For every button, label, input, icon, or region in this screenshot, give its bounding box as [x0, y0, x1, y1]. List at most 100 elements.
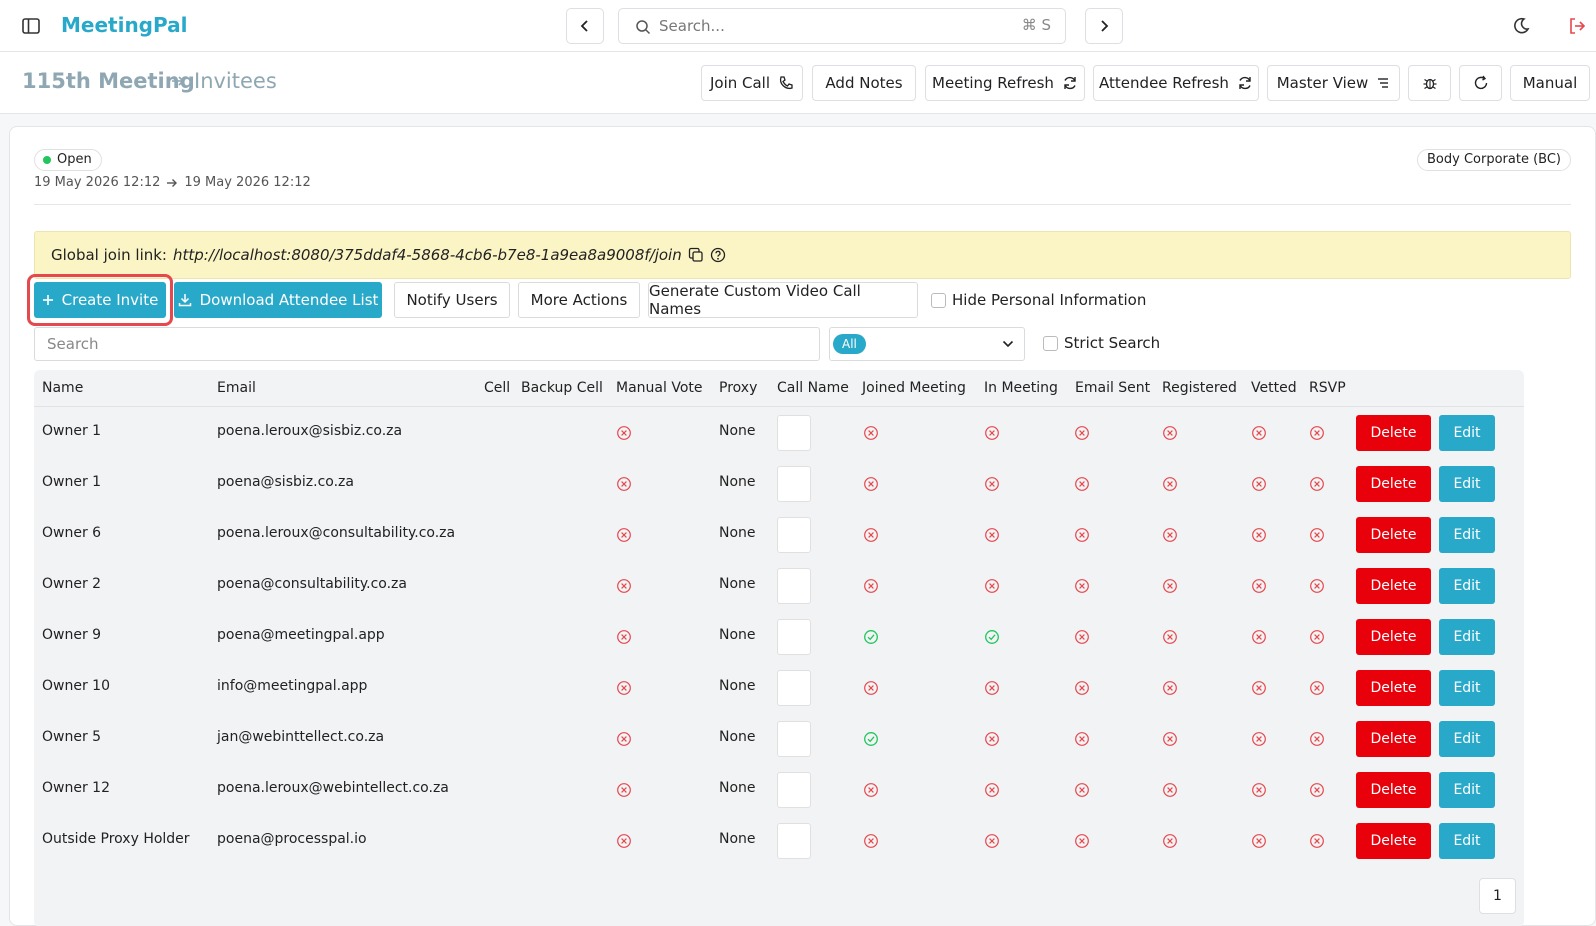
row-name: Owner 10	[42, 678, 110, 694]
meeting-type-badge: Body Corporate (BC)	[1417, 149, 1571, 171]
check-circle-icon	[984, 629, 1000, 645]
delete-button[interactable]: Delete	[1356, 517, 1431, 553]
call-name-input[interactable]	[777, 619, 811, 655]
col-email-sent[interactable]: Email Sent	[1075, 380, 1150, 396]
table-row: Owner 12 poena.leroux@webintellect.co.za N…	[34, 764, 1524, 815]
edit-button[interactable]: Edit	[1439, 772, 1495, 808]
row-email: info@meetingpal.app	[217, 678, 368, 694]
join-link-url[interactable]: http://localhost:8080/375ddaf4-5868-4cb6…	[173, 246, 682, 264]
col-name[interactable]: Name	[42, 380, 83, 396]
back-button[interactable]	[566, 8, 604, 44]
col-rsvp[interactable]: RSVP	[1309, 380, 1346, 396]
row-proxy: None	[719, 729, 756, 745]
add-notes-button[interactable]: Add Notes	[812, 65, 916, 101]
col-joined-meeting[interactable]: Joined Meeting	[862, 380, 966, 396]
generate-custom-names-button[interactable]: Generate Custom Video Call Names	[648, 282, 918, 318]
filter-select[interactable]: All	[829, 327, 1025, 361]
col-vetted[interactable]: Vetted	[1251, 380, 1297, 396]
delete-button[interactable]: Delete	[1356, 823, 1431, 859]
attendee-refresh-button[interactable]: Attendee Refresh	[1093, 65, 1259, 101]
x-circle-icon	[1074, 629, 1090, 645]
table-search-input[interactable]: Search	[34, 327, 820, 361]
reload-button[interactable]	[1459, 65, 1502, 101]
col-registered[interactable]: Registered	[1162, 380, 1237, 396]
x-circle-icon	[1309, 782, 1325, 798]
edit-button[interactable]: Edit	[1439, 517, 1495, 553]
strict-search-checkbox[interactable]	[1043, 336, 1058, 351]
delete-button[interactable]: Delete	[1356, 670, 1431, 706]
plus-icon	[42, 295, 53, 305]
col-in-meeting[interactable]: In Meeting	[984, 380, 1058, 396]
edit-button[interactable]: Edit	[1439, 823, 1495, 859]
manual-label: Manual	[1522, 74, 1578, 92]
filter-tag-all[interactable]: All	[833, 334, 866, 354]
call-name-input[interactable]	[777, 823, 811, 859]
notify-users-button[interactable]: Notify Users	[394, 282, 510, 318]
edit-button[interactable]: Edit	[1439, 619, 1495, 655]
download-attendee-list-button[interactable]: Download Attendee List	[174, 282, 382, 318]
end-date: 19 May 2026 12:12	[184, 175, 311, 190]
debug-button[interactable]	[1408, 65, 1451, 101]
forward-button[interactable]	[1085, 8, 1123, 44]
call-name-input[interactable]	[777, 721, 811, 757]
x-circle-icon	[984, 680, 1000, 696]
col-backup-cell[interactable]: Backup Cell	[521, 380, 603, 396]
delete-button[interactable]: Delete	[1356, 415, 1431, 451]
add-notes-label: Add Notes	[825, 74, 903, 92]
global-search[interactable]: Search... ⌘ S	[618, 8, 1066, 44]
call-name-input[interactable]	[777, 568, 811, 604]
logout-icon[interactable]	[1566, 15, 1588, 37]
col-call-name[interactable]: Call Name	[777, 380, 849, 396]
delete-button[interactable]: Delete	[1356, 721, 1431, 757]
delete-button[interactable]: Delete	[1356, 568, 1431, 604]
edit-button[interactable]: Edit	[1439, 415, 1495, 451]
meeting-dates: 19 May 2026 12:12 19 May 2026 12:12	[34, 175, 311, 190]
edit-button[interactable]: Edit	[1439, 721, 1495, 757]
edit-button[interactable]: Edit	[1439, 466, 1495, 502]
table-row: Owner 6 poena.leroux@consultability.co.za…	[34, 509, 1524, 560]
delete-button[interactable]: Delete	[1356, 619, 1431, 655]
join-call-button[interactable]: Join Call	[701, 65, 803, 101]
sidebar-toggle-icon[interactable]	[20, 15, 42, 37]
row-proxy: None	[719, 678, 756, 694]
x-circle-icon	[863, 578, 879, 594]
arrow-right-icon	[172, 76, 185, 86]
edit-button[interactable]: Edit	[1439, 568, 1495, 604]
brand-logo[interactable]: MeetingPal	[61, 13, 187, 37]
breadcrumb-meeting[interactable]: 115th Meeting	[22, 69, 195, 93]
help-icon[interactable]	[710, 247, 726, 263]
call-name-input[interactable]	[777, 670, 811, 706]
more-actions-button[interactable]: More Actions	[518, 282, 640, 318]
moon-icon[interactable]	[1510, 15, 1532, 37]
delete-button[interactable]: Delete	[1356, 772, 1431, 808]
meeting-refresh-button[interactable]: Meeting Refresh	[925, 65, 1085, 101]
x-circle-icon	[984, 476, 1000, 492]
x-circle-icon	[1309, 629, 1325, 645]
more-actions-label: More Actions	[530, 291, 628, 309]
col-email[interactable]: Email	[217, 380, 256, 396]
create-invite-button[interactable]: Create Invite	[34, 282, 166, 318]
copy-icon[interactable]	[688, 247, 704, 263]
refresh-icon	[1239, 76, 1251, 90]
check-circle-icon	[863, 629, 879, 645]
row-email: poena.leroux@sisbiz.co.za	[217, 423, 403, 439]
call-name-input[interactable]	[777, 415, 811, 451]
master-view-button[interactable]: Master View	[1267, 65, 1400, 101]
hide-personal-info-checkbox[interactable]	[931, 293, 946, 308]
manual-button[interactable]: Manual	[1510, 65, 1590, 101]
search-shortcut: ⌘ S	[1021, 16, 1051, 34]
edit-button[interactable]: Edit	[1439, 670, 1495, 706]
col-proxy[interactable]: Proxy	[719, 380, 757, 396]
page-button-1[interactable]: 1	[1479, 878, 1516, 914]
call-name-input[interactable]	[777, 772, 811, 808]
x-circle-icon	[616, 527, 632, 543]
x-circle-icon	[1251, 680, 1267, 696]
call-name-input[interactable]	[777, 517, 811, 553]
x-circle-icon	[984, 578, 1000, 594]
delete-button[interactable]: Delete	[1356, 466, 1431, 502]
reload-icon	[1474, 75, 1487, 90]
col-cell[interactable]: Cell	[484, 380, 510, 396]
invitees-panel: Open 19 May 2026 12:12 19 May 2026 12:12…	[9, 126, 1596, 926]
col-manual-vote[interactable]: Manual Vote	[616, 380, 702, 396]
call-name-input[interactable]	[777, 466, 811, 502]
